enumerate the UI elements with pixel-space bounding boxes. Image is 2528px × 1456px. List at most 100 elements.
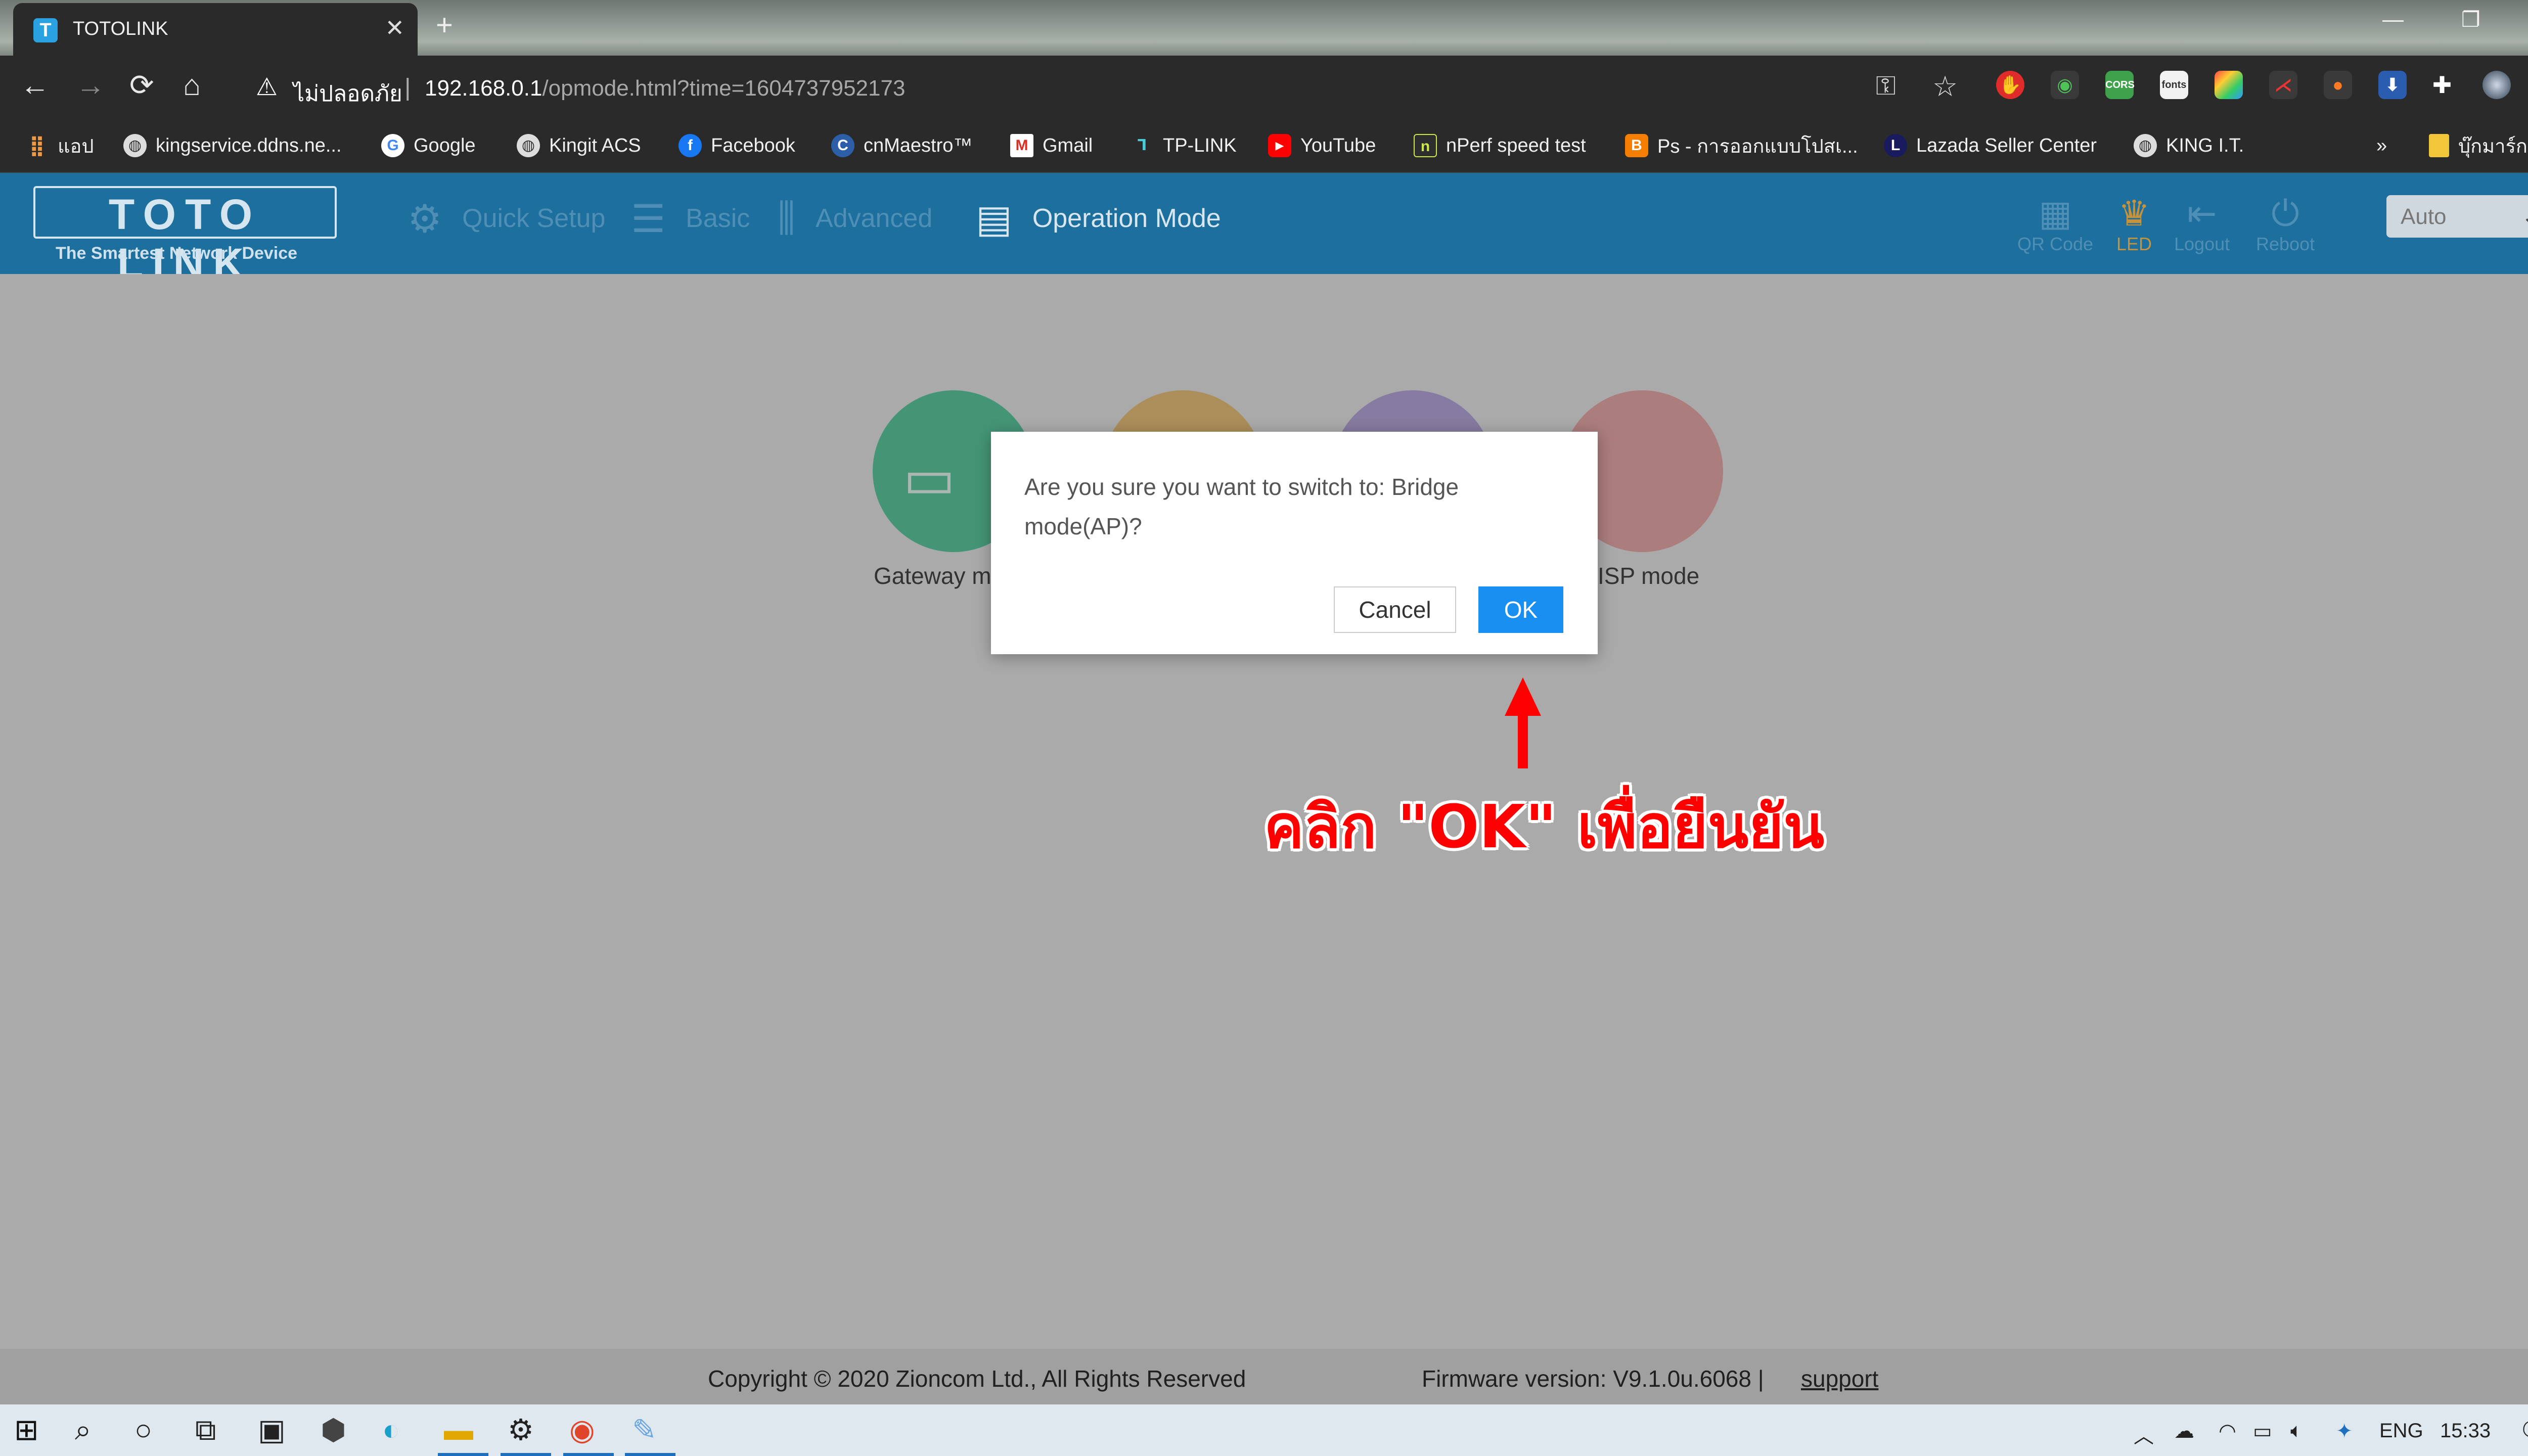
app-cube-icon[interactable]: ⬢ — [321, 1414, 346, 1447]
reboot-button[interactable]: ⏻ Reboot — [2256, 193, 2315, 255]
router-header: TOTO LINK The Smartest Network Device ⚙ … — [0, 173, 2528, 287]
cortana-icon[interactable]: ○ — [134, 1414, 152, 1447]
bookmark-label: KING I.T. — [2166, 134, 2244, 156]
edge-icon[interactable]: ◐ — [382, 1414, 400, 1447]
paint-active-indicator — [625, 1453, 675, 1456]
windows-start-icon[interactable]: ⊞ — [14, 1414, 39, 1447]
star-icon[interactable]: ☆ — [1932, 70, 1958, 103]
warning-icon: ⚠ — [256, 74, 278, 101]
bookmark-lazada[interactable]: L Lazada Seller Center — [1884, 130, 2097, 161]
blogger-icon: B — [1625, 134, 1648, 157]
globe-icon: ◍ — [2134, 134, 2157, 157]
qr-code-button[interactable]: ▦ QR Code — [2017, 193, 2093, 255]
address-bar[interactable]: ⚠ ไม่ปลอดภัย | 192.168.0.1/opmode.html?t… — [238, 64, 2300, 109]
forward-icon[interactable]: → — [76, 69, 105, 102]
settings-icon[interactable]: ⚙ — [508, 1414, 534, 1447]
security-label[interactable]: ไม่ปลอดภัย — [293, 76, 402, 111]
bookmark-facebook[interactable]: f Facebook — [679, 130, 795, 161]
bookmark-nperf[interactable]: n nPerf speed test — [1414, 130, 1586, 161]
new-tab-button[interactable]: + — [436, 8, 453, 42]
volume-icon[interactable]: 🔈︎ — [2290, 1420, 2303, 1442]
dropbox-icon[interactable]: ✦ — [2336, 1420, 2353, 1443]
tray-chevron-icon[interactable]: ︿ — [2134, 1420, 2154, 1449]
apps-grid-icon: ⣿ — [29, 134, 45, 157]
tab-favicon-icon: T — [33, 18, 58, 42]
bookmark-blogger[interactable]: B Ps - การออกแบบโปสเ... — [1625, 130, 1858, 161]
reload-icon[interactable]: ⟳ — [129, 69, 154, 102]
ok-button[interactable]: OK — [1478, 586, 1563, 633]
minimize-icon[interactable]: — — [2382, 7, 2404, 31]
bookmark-label: Kingit ACS — [549, 134, 641, 156]
confirm-dialog: Are you sure you want to switch to: Brid… — [991, 432, 1598, 654]
bookmark-label: บุ๊กมาร์กอื่นๆ — [2458, 135, 2528, 157]
ext-download-icon[interactable]: ⬇ — [2378, 71, 2407, 99]
language-select[interactable]: Auto ⌄ — [2386, 195, 2528, 238]
profile-avatar[interactable] — [2482, 71, 2511, 99]
address-url[interactable]: 192.168.0.1/opmode.html?time=16047379521… — [425, 76, 905, 101]
bookmark-cnmaestro[interactable]: C cnMaestro™ — [831, 130, 972, 161]
bookmark-apps[interactable]: ⣿ แอป — [25, 130, 94, 161]
operation-mode-icon: ▤ — [976, 197, 1012, 241]
bookmarks-overflow-icon[interactable]: » — [2376, 130, 2387, 161]
bookmark-tplink[interactable]: ᒣ TP-LINK — [1131, 130, 1237, 161]
bookmark-label: nPerf speed test — [1446, 134, 1586, 156]
bookmark-label: Facebook — [711, 134, 795, 156]
clock[interactable]: 15:33 — [2440, 1420, 2491, 1442]
led-icon: ♛ — [2118, 194, 2150, 233]
key-icon[interactable]: ⚿ — [1876, 71, 1896, 102]
chrome-active-indicator — [563, 1453, 614, 1456]
nav-basic[interactable]: ☰ Basic — [631, 198, 750, 241]
led-button[interactable]: ♛ LED — [2116, 193, 2152, 255]
gmail-icon: M — [1010, 134, 1033, 157]
bookmark-kingit-acs[interactable]: ◍ Kingit ACS — [517, 130, 641, 161]
nav-advanced[interactable]: ⫼ Advanced — [778, 197, 932, 240]
puzzle-icon[interactable]: ✚ — [2428, 71, 2456, 99]
bookmark-label: แอป — [58, 135, 94, 157]
bookmark-kingservice[interactable]: ◍ kingservice.ddns.ne... — [123, 130, 342, 161]
back-icon[interactable]: ← — [20, 69, 50, 102]
search-icon[interactable]: ⌕ — [75, 1414, 91, 1447]
nav-operation-mode[interactable]: ▤ Operation Mode — [976, 197, 1221, 241]
file-explorer-active-indicator — [438, 1453, 488, 1456]
bookmark-youtube[interactable]: ▶ YouTube — [1268, 130, 1376, 161]
bookmark-label: TP-LINK — [1163, 134, 1237, 156]
cancel-button[interactable]: Cancel — [1334, 586, 1456, 633]
language-indicator[interactable]: ENG — [2379, 1420, 2423, 1442]
other-bookmarks[interactable]: บุ๊กมาร์กอื่นๆ — [2429, 130, 2528, 161]
store-icon[interactable]: ▣ — [258, 1414, 286, 1447]
notifications-icon[interactable]: 🗨︎ — [2518, 1416, 2528, 1446]
browser-tab[interactable]: T TOTOLINK ✕ — [13, 3, 418, 56]
task-view-icon[interactable]: ⧉ — [195, 1414, 216, 1447]
nav-quick-setup[interactable]: ⚙ Quick Setup — [408, 198, 605, 241]
battery-icon[interactable]: ▭ — [2253, 1420, 2272, 1443]
tab-close-icon[interactable]: ✕ — [385, 14, 404, 41]
bookmark-google[interactable]: G Google — [381, 130, 476, 161]
address-host: 192.168.0.1 — [425, 76, 543, 101]
folder-icon — [2429, 134, 2449, 157]
logout-button[interactable]: ⇤ Logout — [2174, 193, 2230, 255]
chrome-icon[interactable]: ◉ — [569, 1414, 595, 1447]
annotation-arrow-head — [1505, 677, 1541, 716]
bookmark-gmail[interactable]: M Gmail — [1010, 130, 1093, 161]
ext-green-icon[interactable]: ◉ — [2051, 71, 2079, 99]
tab-title: TOTOLINK — [73, 18, 168, 39]
language-select-value: Auto — [2401, 204, 2447, 229]
cnmaestro-icon: C — [831, 134, 854, 157]
home-icon[interactable]: ⌂ — [183, 69, 201, 102]
ext-palette-icon[interactable] — [2215, 71, 2243, 99]
annotation-arrow-shaft — [1518, 713, 1528, 768]
ext-cors-icon[interactable]: CORS — [2105, 71, 2135, 99]
paint-icon[interactable]: ✎ — [632, 1414, 657, 1447]
bookmark-king-it[interactable]: ◍ KING I.T. — [2134, 130, 2244, 161]
ext-fonts-icon[interactable]: fonts — [2160, 71, 2188, 99]
wifi-icon[interactable]: ◠ — [2219, 1420, 2236, 1443]
maximize-icon[interactable]: ❐ — [2461, 7, 2480, 32]
onedrive-icon[interactable]: ☁ — [2174, 1420, 2194, 1443]
file-explorer-icon[interactable]: ▬ — [444, 1414, 473, 1447]
tool-label: Reboot — [2256, 234, 2315, 254]
ext-pdf-icon[interactable]: ⋌ — [2269, 71, 2297, 99]
bookmark-label: Lazada Seller Center — [1916, 134, 2097, 156]
ext-red-icon[interactable]: ✋ — [1996, 71, 2024, 99]
ext-orange-icon[interactable]: ● — [2324, 71, 2352, 99]
totolink-logo[interactable]: TOTO LINK — [33, 186, 337, 287]
